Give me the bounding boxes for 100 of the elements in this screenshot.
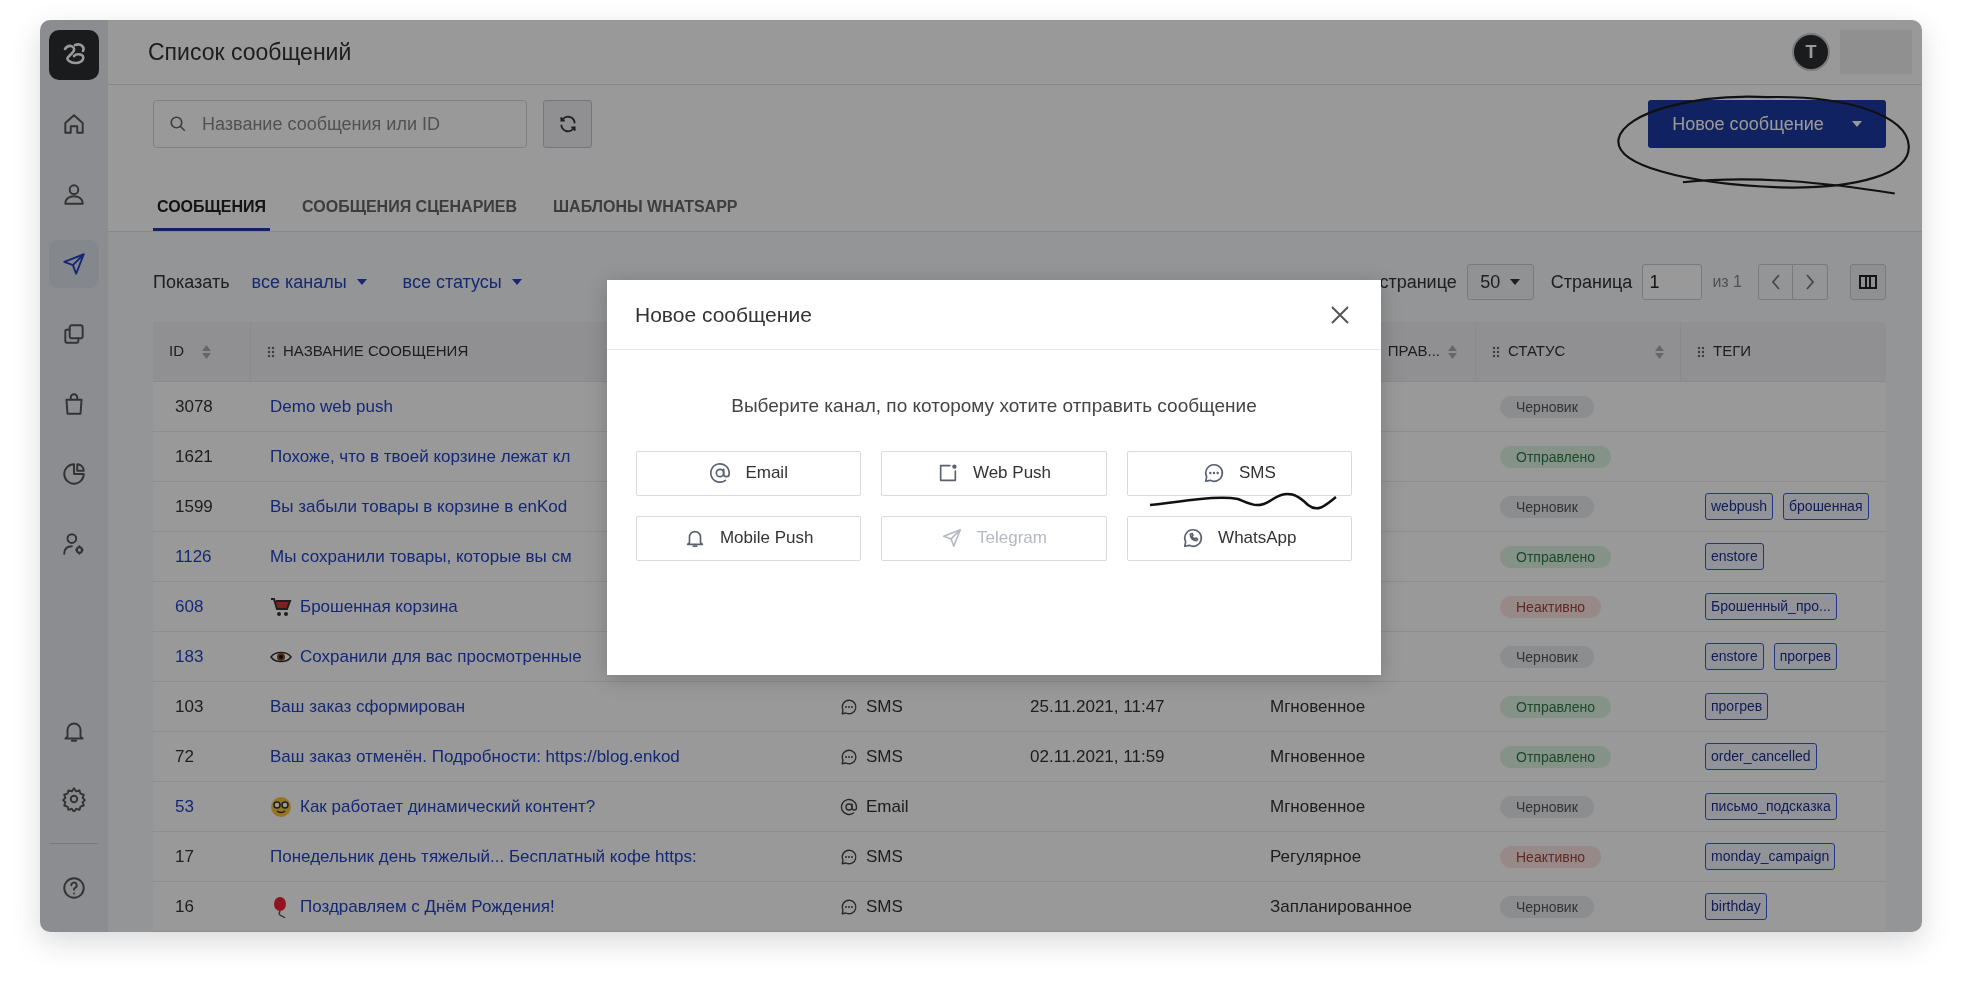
caret-icon (356, 279, 367, 285)
page-input[interactable]: 1 (1642, 264, 1703, 300)
status-label: Отправлено (1500, 745, 1612, 768)
caret-icon (1851, 121, 1862, 127)
chat-bubble-icon (1182, 527, 1205, 549)
message-name-link[interactable]: Как работает динамический контент? (300, 793, 596, 820)
new-message-button[interactable]: Новое сообщение (1648, 100, 1886, 148)
message-name-link[interactable]: Мы сохранили товары, которые вы см (270, 543, 572, 570)
previous-page-button[interactable] (1758, 264, 1793, 300)
page-label: Страница (1550, 270, 1633, 294)
settings-icon (61, 786, 87, 812)
tag: enstore (1705, 543, 1764, 570)
columns-button[interactable] (1850, 264, 1886, 300)
channel-label: SMS (866, 895, 903, 918)
id-cell-text: 1126 (174, 545, 213, 568)
message-name-link[interactable]: Вы забыли товары в корзине в enKod (270, 493, 568, 520)
user-avatar[interactable]: T (1792, 33, 1830, 71)
message-name-link[interactable]: Поздравляем с Днём Рождения! (300, 893, 555, 920)
status-label: Черновик (1500, 795, 1594, 818)
status-label: Черновик (1500, 645, 1594, 668)
table-row[interactable]: 72 Ваш заказ отменён. Подробности: https://blog.enkod SMS 02.11.2021, 11:59 Мгновенное Отправлено order_cancelled (153, 732, 1886, 782)
channel-button[interactable]: SMS (1126, 450, 1352, 496)
status-label: Неактивно (1500, 595, 1602, 618)
per-page-select[interactable]: 50 (1466, 264, 1534, 300)
refresh-button[interactable] (543, 100, 592, 148)
tag: письмо_подсказка (1705, 793, 1837, 820)
message-name-link[interactable]: Брошенная корзина (300, 593, 458, 620)
per-page-label: странице (1379, 270, 1457, 294)
id-cell-text: 103 (174, 695, 205, 718)
channel-button[interactable]: Mobile Push (636, 515, 862, 561)
send-type-cell: Мгновенное (1270, 796, 1366, 816)
chat-bubble-icon (840, 897, 858, 916)
tag: order_cancelled (1705, 743, 1817, 770)
smiley-icon (270, 795, 292, 818)
table-row[interactable]: 53 Как работает динамический контент? Email Мгновенное Черновик письмо_подсказка (153, 782, 1886, 832)
message-name-link[interactable]: Понедельник день тяжелый... Бесплатный кофе https: (270, 843, 697, 870)
filter-label: Показать (153, 270, 230, 294)
message-name-link[interactable]: Ваш заказ отменён. Подробности: https://blog.enkod (270, 743, 680, 770)
tag: прогрев (1705, 693, 1769, 720)
tag: birthday (1705, 893, 1767, 920)
sort-icon (202, 344, 211, 359)
channel-button[interactable]: Email (636, 450, 862, 496)
id-cell-text: 3078 (174, 395, 214, 418)
copy-icon (61, 321, 87, 347)
home-icon (61, 111, 87, 137)
message-name-link[interactable]: Demo web push (270, 393, 393, 420)
send-type-cell: Регулярное (1270, 846, 1362, 866)
message-name-link[interactable]: Ваш заказ сформирован (270, 693, 466, 720)
sort-icon (1448, 344, 1457, 359)
send-type-cell: Запланированное (1270, 896, 1413, 916)
date-cell: 02.11.2021, 11:59 (1030, 746, 1165, 766)
page-total: из 1 (1712, 272, 1742, 292)
id-cell-text: 72 (174, 745, 195, 768)
caret-icon (1510, 279, 1521, 285)
channel-button[interactable]: Web Push (881, 450, 1107, 496)
tag: enstore (1705, 643, 1764, 670)
channel-button[interactable]: WhatsApp (1126, 515, 1352, 561)
channel-label: Email (866, 795, 909, 818)
filter-dropdown[interactable]: все статусы (402, 268, 522, 296)
search-field[interactable]: Название сообщения или ID (153, 100, 527, 148)
id-cell-text: 1599 (174, 495, 214, 518)
status-label: Отправлено (1500, 545, 1612, 568)
drag-handle-icon (267, 345, 275, 358)
send-type-cell: Мгновенное (1270, 746, 1366, 766)
search-icon (169, 115, 187, 133)
next-page-button[interactable] (1793, 264, 1828, 300)
chevron-right-icon (1805, 274, 1815, 290)
table-row[interactable]: 17 Понедельник день тяжелый... Бесплатный кофе https: SMS Регулярное Неактивно monday_campaign (153, 832, 1886, 882)
channel-label: SMS (866, 695, 903, 718)
message-name-link[interactable]: Похоже, что в твоей корзине лежат кл (270, 443, 571, 470)
table-row[interactable]: 16 Поздравляем с Днём Рождения! SMS Запланированное Черновик birthday (153, 882, 1886, 932)
status-label: Черновик (1500, 895, 1594, 918)
at-sign-icon (709, 462, 732, 484)
tag: Брошенный_про... (1705, 593, 1837, 620)
date-cell: 25.11.2021, 11:47 (1030, 696, 1165, 716)
refresh-icon (557, 114, 578, 134)
id-cell-text: 608 (174, 595, 205, 618)
id-cell-text: 183 (174, 645, 205, 668)
channel-label: SMS (866, 745, 903, 768)
send-type-cell: Мгновенное (1270, 696, 1366, 716)
tab[interactable]: СООБЩЕНИЯ СЦЕНАРИЕВ (298, 185, 522, 231)
close-icon (1330, 304, 1350, 325)
status-label: Неактивно (1500, 845, 1602, 868)
tab[interactable]: ШАБЛОНЫ WHATSAPP (549, 185, 742, 231)
status-label: Черновик (1500, 395, 1594, 418)
status-label: Черновик (1500, 495, 1594, 518)
column-header: НАЗВАНИЕ СООБЩЕНИЯ (283, 341, 469, 362)
sidebar-item[interactable] (49, 240, 99, 288)
id-cell-text: 53 (174, 795, 195, 818)
drag-handle-icon (1697, 345, 1705, 358)
message-name-link[interactable]: Сохранили для вас просмотренные (300, 643, 582, 670)
chat-bubble-icon (1202, 462, 1225, 484)
at-sign-icon (840, 797, 858, 816)
drag-handle-icon (1492, 345, 1500, 358)
person-icon (61, 181, 87, 207)
tag: monday_campaign (1705, 843, 1836, 870)
status-label: Отправлено (1500, 445, 1612, 468)
send-icon (941, 527, 964, 549)
table-row[interactable]: 103 Ваш заказ сформирован SMS 25.11.2021, 11:47 Мгновенное Отправлено прогрев (153, 682, 1886, 732)
filter-dropdown[interactable]: все каналы (251, 268, 367, 296)
